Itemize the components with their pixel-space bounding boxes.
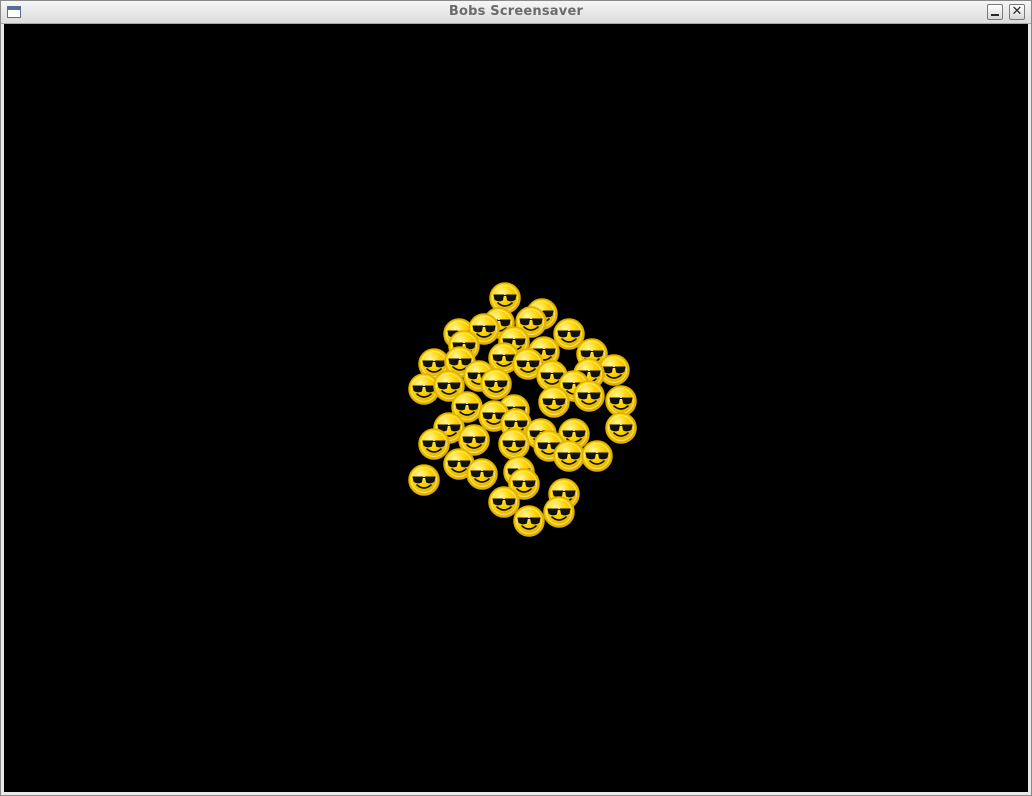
window-title: Bobs Screensaver [448, 4, 584, 19]
smiley-bob [605, 412, 637, 444]
minimize-button[interactable] [987, 4, 1003, 20]
smiley-bob [408, 464, 440, 496]
smiley-bob [480, 368, 512, 400]
screensaver-canvas[interactable] [4, 24, 1028, 792]
app-window: Bobs Screensaver ✕ [0, 0, 1032, 796]
smiley-bob [513, 505, 545, 537]
title-bar[interactable]: Bobs Screensaver ✕ [1, 1, 1031, 24]
smiley-bob [466, 458, 498, 490]
smiley-bob [573, 380, 605, 412]
smiley-bob [498, 428, 530, 460]
bobs-layer [408, 282, 637, 537]
smiley-bob [553, 440, 585, 472]
smiley-bob [538, 386, 570, 418]
smiley-bob [543, 496, 575, 528]
close-button[interactable]: ✕ [1009, 4, 1025, 20]
minimize-icon [991, 14, 999, 16]
close-icon: ✕ [1011, 4, 1023, 19]
smiley-bob [418, 428, 450, 460]
smiley-bob [605, 385, 637, 417]
smiley-bob [581, 440, 613, 472]
smiley-bob [488, 486, 520, 518]
